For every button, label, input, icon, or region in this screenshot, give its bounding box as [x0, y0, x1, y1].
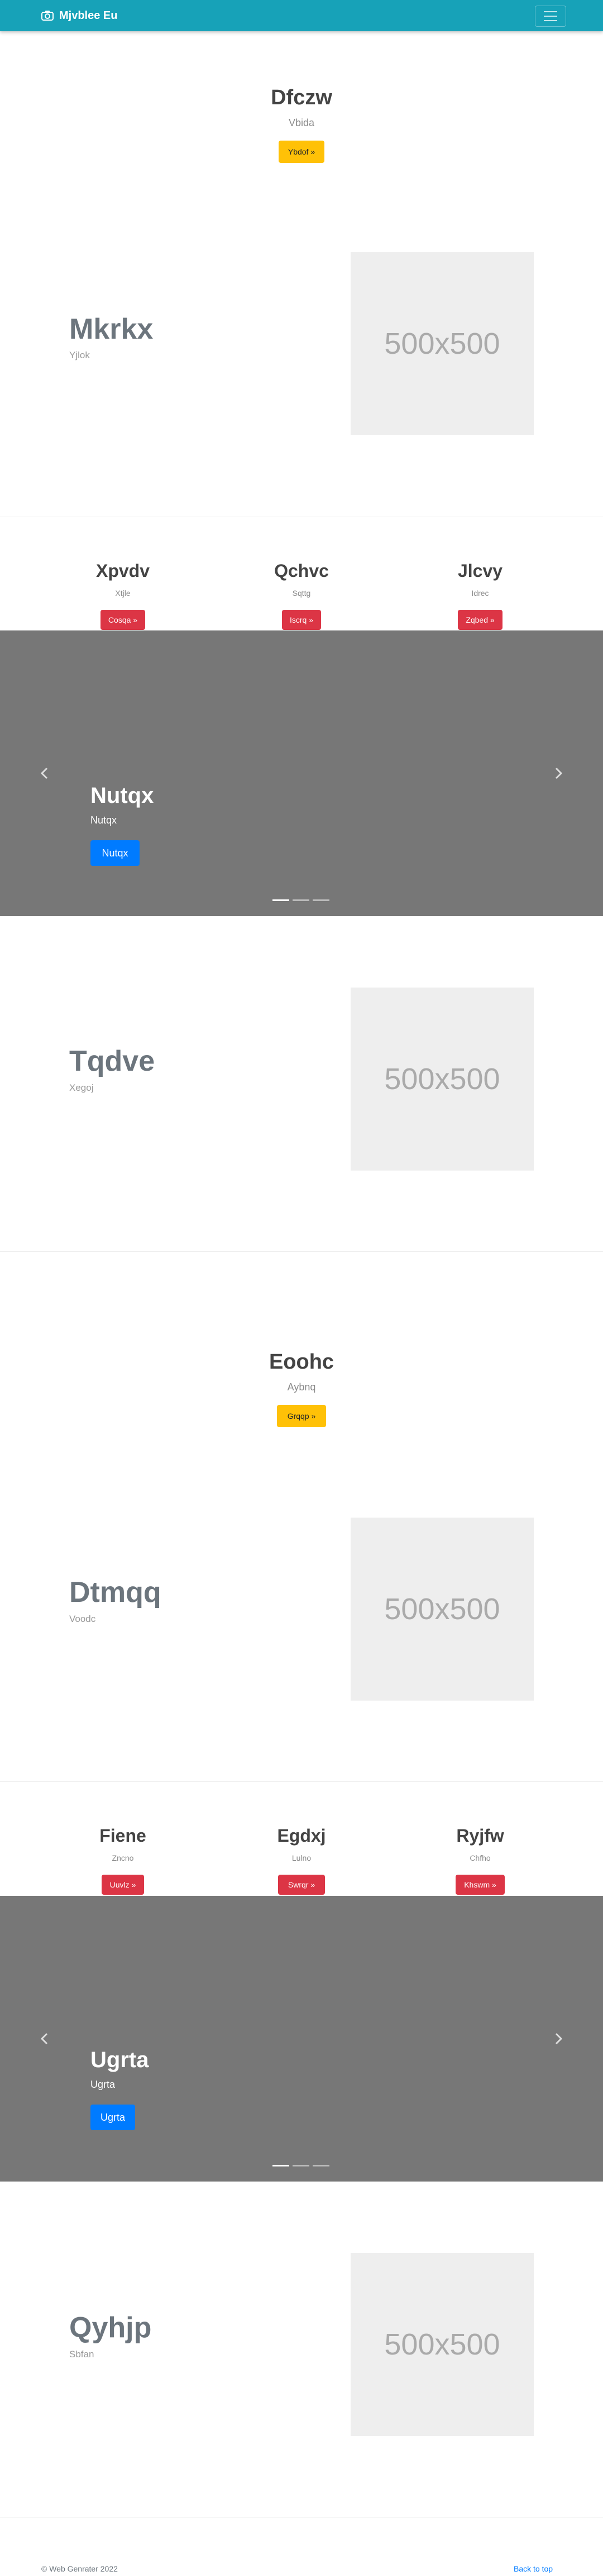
column-subtitle: Xtjle	[115, 589, 131, 598]
carousel-next-button[interactable]	[547, 762, 570, 784]
column-button[interactable]: Cosqa »	[100, 610, 145, 630]
carousel-prev-button[interactable]	[34, 2028, 56, 2050]
carousel-indicator[interactable]	[313, 899, 329, 901]
carousel-indicator[interactable]	[272, 899, 289, 901]
feature-image-placeholder: 500x500	[351, 988, 534, 1171]
carousel-subtitle: Ugrta	[90, 2079, 116, 2090]
feature-image-placeholder: 500x500	[351, 1518, 534, 1701]
camera-icon	[41, 10, 54, 21]
feature-title: Dtmqq	[69, 1576, 161, 1609]
footer-copyright: © Web Genrater 2022	[41, 2564, 118, 2573]
column-title: Qchvc	[274, 561, 329, 581]
navbar-brand[interactable]: Mjvblee Eu	[41, 0, 117, 31]
feature-section-1: Mkrkx Yjlok 500x500	[0, 193, 603, 517]
navbar-toggler-button[interactable]	[535, 6, 566, 27]
carousel-title: Ugrta	[90, 2048, 149, 2072]
hero-title: Eoohc	[269, 1350, 334, 1374]
column-subtitle: Lulno	[291, 1853, 312, 1862]
column-subtitle: Chfho	[470, 1853, 491, 1862]
chevron-right-icon	[555, 2033, 563, 2045]
feature-subtitle: Xegoj	[69, 1082, 94, 1093]
feature-section-3: Dtmqq Voodc 500x500	[0, 1442, 603, 1781]
column-title: Ryjfw	[456, 1826, 504, 1846]
hero-section-1: Dfczw Vbida Ybdof »	[0, 31, 603, 193]
column-subtitle: Zncno	[112, 1853, 134, 1862]
column-title: Xpvdv	[95, 561, 150, 581]
feature-title: Qyhjp	[69, 2312, 152, 2344]
column-button[interactable]: Khswm »	[456, 1875, 505, 1895]
feature-title: Mkrkx	[69, 313, 154, 345]
column-button[interactable]: Uuvlz »	[102, 1875, 144, 1895]
feature-title: Tqdve	[69, 1045, 155, 1077]
carousel-subtitle: Nutqx	[90, 815, 117, 826]
carousel-button[interactable]: Nutqx	[90, 840, 140, 866]
hero-button[interactable]: Grqqp »	[277, 1405, 326, 1427]
carousel-indicator[interactable]	[293, 2165, 309, 2166]
column-button[interactable]: Swrqr »	[278, 1875, 325, 1895]
hero-section-2: Eoohc Aybnq Grqqp »	[0, 1252, 603, 1442]
feature-subtitle: Voodc	[69, 1614, 96, 1624]
hero-subtitle: Aybnq	[287, 1381, 316, 1393]
feature-image-placeholder: 500x500	[351, 252, 534, 435]
navbar: Mjvblee Eu	[0, 0, 603, 31]
hero-button[interactable]: Ybdof »	[279, 141, 324, 163]
carousel-1: Nutqx Nutqx Nutqx	[0, 630, 603, 916]
carousel-indicators	[272, 899, 329, 901]
hero-subtitle: Vbida	[288, 117, 315, 128]
column-title: Egdxj	[277, 1826, 326, 1846]
carousel-button[interactable]: Ugrta	[90, 2105, 135, 2130]
feature-section-4: Qyhjp Sbfan 500x500	[0, 2182, 603, 2516]
feature-subtitle: Sbfan	[69, 2349, 94, 2360]
columns-section-1: Xpvdv Xtjle Cosqa » Qchvc Sqttg Iscrq » …	[0, 517, 603, 630]
hamburger-icon	[544, 11, 557, 12]
brand-label: Mjvblee Eu	[59, 9, 118, 22]
carousel-title: Nutqx	[90, 783, 154, 808]
column-title: Fiene	[99, 1826, 146, 1846]
back-to-top-link[interactable]: Back to top	[514, 2564, 553, 2573]
hero-title: Dfczw	[271, 86, 332, 109]
chevron-left-icon	[40, 2033, 48, 2045]
column-title: Jlcvy	[457, 561, 503, 581]
carousel-prev-button[interactable]	[34, 762, 56, 784]
carousel-indicator[interactable]	[272, 2165, 289, 2166]
feature-image-placeholder: 500x500	[351, 2253, 534, 2436]
chevron-right-icon	[555, 767, 563, 779]
columns-section-2: Fiene Zncno Uuvlz » Egdxj Lulno Swrqr » …	[0, 1782, 603, 1896]
chevron-left-icon	[40, 767, 48, 779]
carousel-indicator[interactable]	[313, 2165, 329, 2166]
feature-section-2: Tqdve Xegoj 500x500	[0, 916, 603, 1251]
carousel-2: Ugrta Ugrta Ugrta	[0, 1896, 603, 2182]
column-subtitle: Sqttg	[292, 589, 311, 598]
feature-subtitle: Yjlok	[69, 350, 90, 360]
column-button[interactable]: Iscrq »	[282, 610, 321, 630]
carousel-indicator[interactable]	[293, 899, 309, 901]
carousel-indicators	[272, 2165, 329, 2166]
column-button[interactable]: Zqbed »	[458, 610, 502, 630]
column-subtitle: Idrec	[471, 589, 489, 598]
carousel-next-button[interactable]	[547, 2028, 570, 2050]
